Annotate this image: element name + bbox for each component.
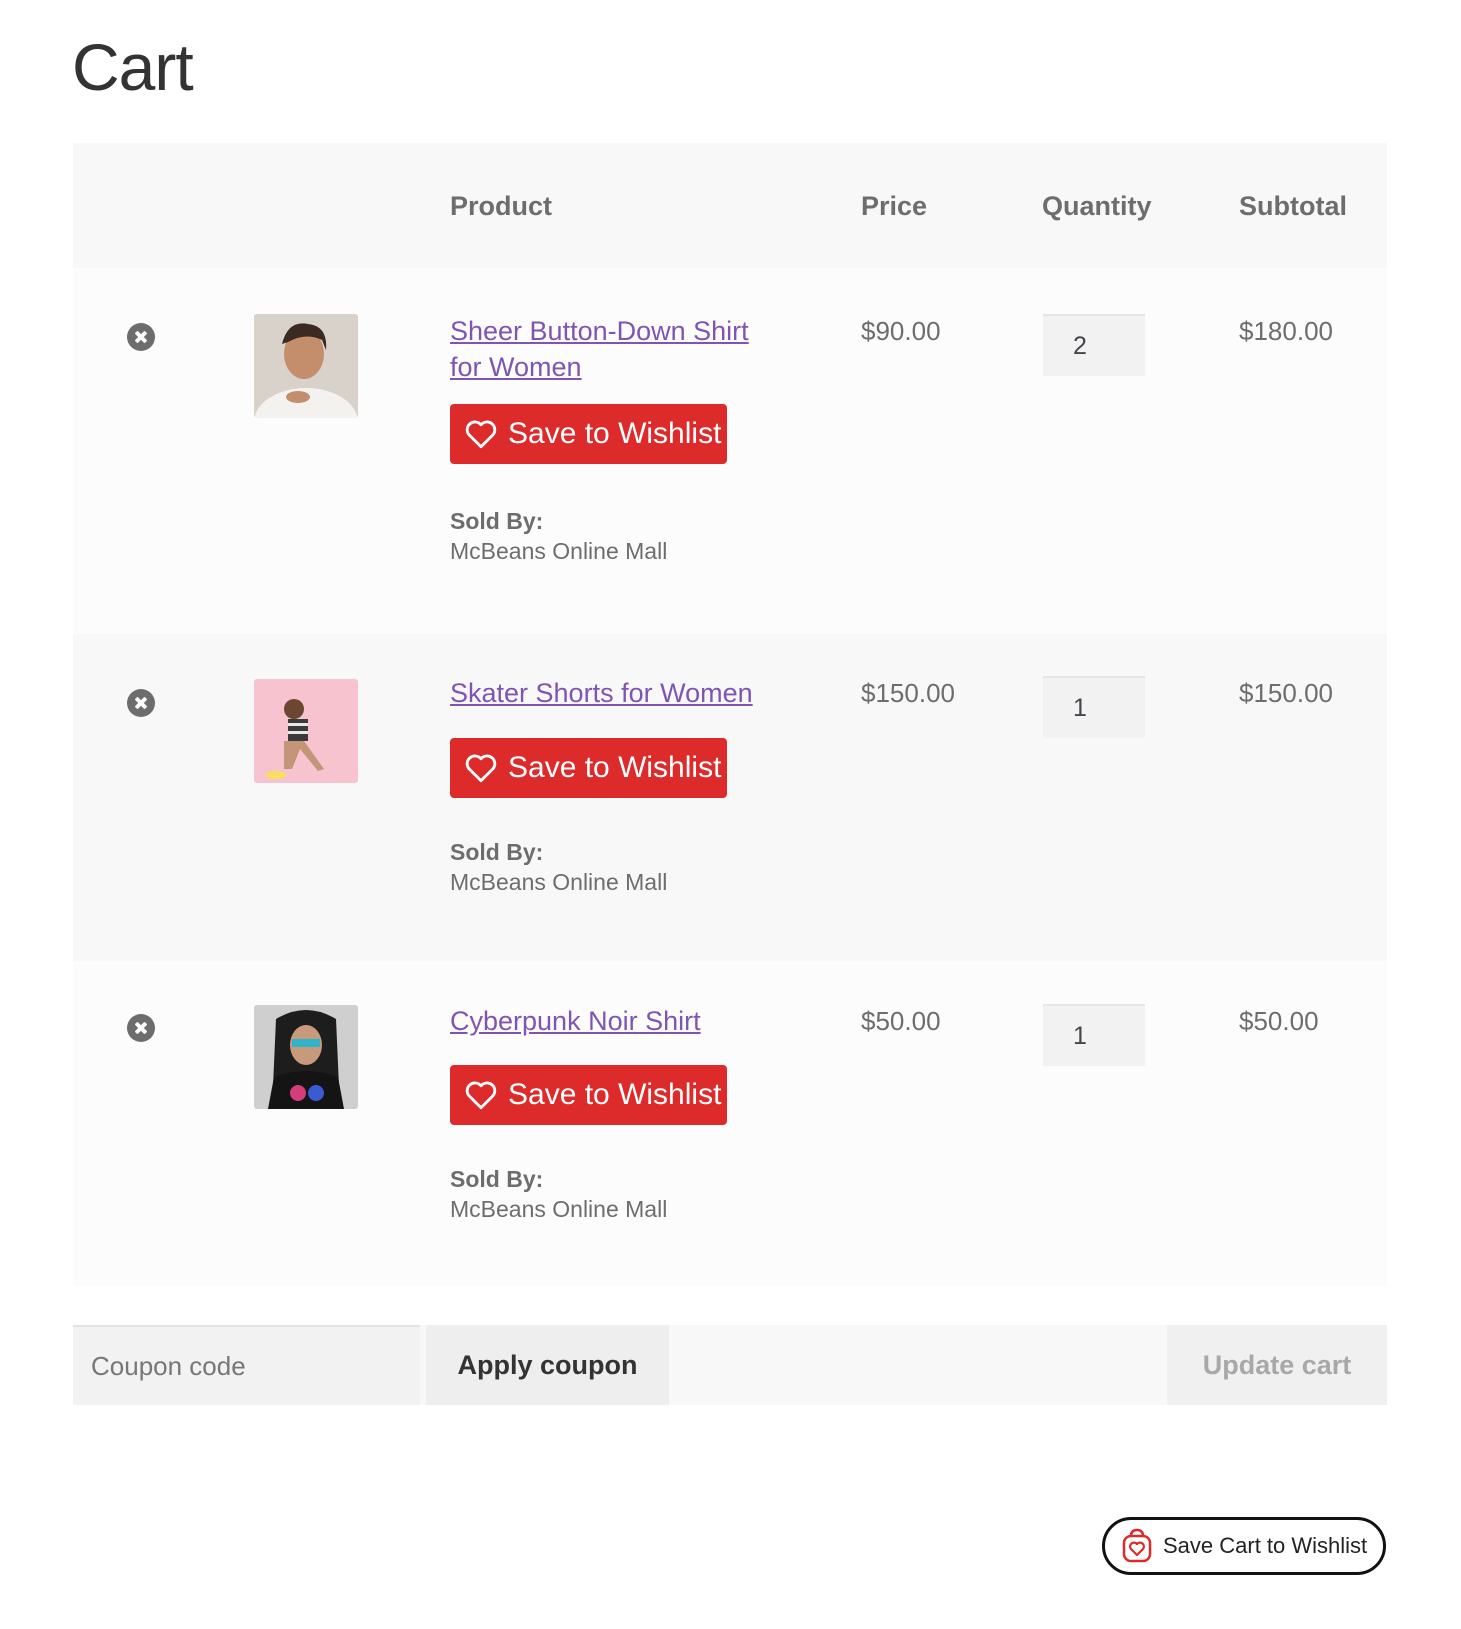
remove-item-icon[interactable] bbox=[127, 689, 155, 717]
item-subtotal: $180.00 bbox=[1239, 316, 1333, 346]
cart-actions: Apply coupon Update cart bbox=[73, 1325, 1387, 1405]
product-name-link[interactable]: Skater Shorts for Women bbox=[450, 675, 770, 711]
save-cart-to-wishlist-button[interactable]: Save Cart to Wishlist bbox=[1102, 1517, 1386, 1575]
remove-item-icon[interactable] bbox=[127, 1014, 155, 1042]
cart-item-row: Skater Shorts for Women Save to Wishlist… bbox=[73, 634, 1387, 961]
remove-item-icon[interactable] bbox=[127, 323, 155, 351]
item-price: $90.00 bbox=[861, 316, 941, 346]
header-price: Price bbox=[861, 191, 928, 221]
quantity-input[interactable] bbox=[1043, 1004, 1145, 1066]
heart-icon bbox=[465, 754, 497, 783]
item-subtotal: $50.00 bbox=[1239, 1006, 1319, 1036]
wishlist-button-label: Save to Wishlist bbox=[508, 751, 722, 784]
sold-by-vendor: McBeans Online Mall bbox=[450, 1196, 668, 1222]
update-cart-button[interactable]: Update cart bbox=[1167, 1325, 1387, 1405]
coupon-code-input[interactable] bbox=[73, 1325, 420, 1405]
sold-by-vendor: McBeans Online Mall bbox=[450, 869, 668, 895]
cart-item-row: Cyberpunk Noir Shirt Save to Wishlist So… bbox=[73, 961, 1387, 1286]
save-to-wishlist-button[interactable]: Save to Wishlist bbox=[450, 738, 727, 798]
sold-by-label: Sold By: bbox=[450, 508, 544, 534]
product-name-link[interactable]: Sheer Button-Down Shirt for Women bbox=[450, 313, 770, 385]
item-subtotal: $150.00 bbox=[1239, 678, 1333, 708]
heart-icon bbox=[465, 1081, 497, 1110]
quantity-input[interactable] bbox=[1043, 314, 1145, 376]
header-product: Product bbox=[450, 191, 553, 221]
page-title: Cart bbox=[72, 30, 194, 104]
wishlist-button-label: Save to Wishlist bbox=[508, 417, 722, 450]
header-quantity: Quantity bbox=[1042, 191, 1152, 221]
wishlist-button-label: Save to Wishlist bbox=[508, 1078, 722, 1111]
wishlist-bag-heart-icon bbox=[1122, 1528, 1152, 1563]
heart-icon bbox=[465, 420, 497, 449]
product-thumbnail[interactable] bbox=[254, 1005, 358, 1109]
save-cart-label: Save Cart to Wishlist bbox=[1163, 1533, 1368, 1558]
cart-item-row: Sheer Button-Down Shirt for Women Save t… bbox=[73, 268, 1387, 634]
sold-by-label: Sold By: bbox=[450, 1166, 544, 1192]
sold-by-label: Sold By: bbox=[450, 839, 544, 865]
product-thumbnail[interactable] bbox=[254, 679, 358, 783]
save-to-wishlist-button[interactable]: Save to Wishlist bbox=[450, 404, 727, 464]
product-thumbnail[interactable] bbox=[254, 314, 358, 418]
product-name-link[interactable]: Cyberpunk Noir Shirt bbox=[450, 1003, 770, 1039]
header-subtotal: Subtotal bbox=[1239, 191, 1347, 221]
apply-coupon-button[interactable]: Apply coupon bbox=[426, 1325, 669, 1405]
save-to-wishlist-button[interactable]: Save to Wishlist bbox=[450, 1065, 727, 1125]
cart-table: Product Price Quantity Subtotal Sheer Bu… bbox=[73, 143, 1387, 1286]
table-header: Product Price Quantity Subtotal bbox=[73, 143, 1387, 268]
quantity-input[interactable] bbox=[1043, 676, 1145, 738]
item-price: $50.00 bbox=[861, 1006, 941, 1036]
sold-by-vendor: McBeans Online Mall bbox=[450, 538, 668, 564]
item-price: $150.00 bbox=[861, 678, 955, 708]
